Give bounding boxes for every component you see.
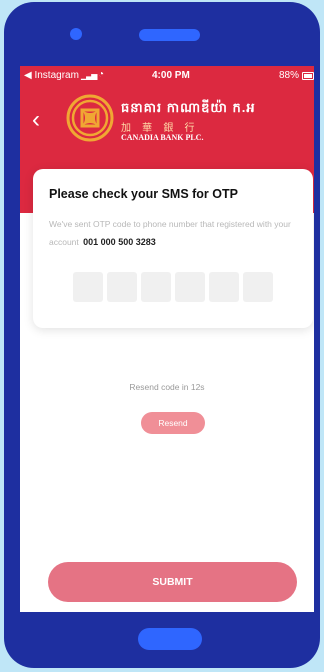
signal-icon: ▁▃▅ <box>81 71 98 80</box>
resend-countdown: Resend code in 12s <box>129 382 205 392</box>
otp-card-description: We've sent OTP code to phone number that… <box>49 215 311 251</box>
resend-button[interactable]: Resend <box>141 412 205 434</box>
otp-digit-2[interactable] <box>107 272 137 302</box>
otp-digit-6[interactable] <box>243 272 273 302</box>
speaker-grille <box>139 29 200 41</box>
submit-button[interactable]: SUBMIT <box>48 562 297 602</box>
battery-percent: 88% <box>279 70 300 81</box>
otp-digit-5[interactable] <box>209 272 239 302</box>
back-arrow-icon[interactable]: ‹ <box>32 108 40 132</box>
otp-card-title: Please check your SMS for OTP <box>49 187 238 201</box>
status-time: 4:00 PM <box>152 70 190 81</box>
bank-logo-icon <box>66 94 114 142</box>
wifi-icon: ◔ <box>98 69 105 80</box>
brand-name-khmer: ធនាគារ កាណាឌីយ៉ា ក.អ <box>121 100 256 115</box>
otp-card: Please check your SMS for OTP We've sent… <box>33 169 313 328</box>
otp-digit-1[interactable] <box>73 272 103 302</box>
home-button[interactable] <box>138 628 202 650</box>
account-number: 001 000 500 3283 <box>83 237 156 247</box>
brand-name-english: CANADIA BANK PLC. <box>121 133 204 142</box>
status-bar: ◀ Instagram ▁▃▅ ◔ 4:00 PM 88% <box>20 66 314 86</box>
app-screen: ◀ Instagram ▁▃▅ ◔ 4:00 PM 88% ‹ ធនាគារ ក… <box>20 66 314 612</box>
brand-name-chinese: 加 華 銀 行 <box>121 123 199 134</box>
otp-digit-3[interactable] <box>141 272 171 302</box>
back-to-app-link[interactable]: ◀ Instagram <box>24 70 79 81</box>
battery-icon <box>302 72 314 80</box>
otp-digit-4[interactable] <box>175 272 205 302</box>
phone-frame: ◀ Instagram ▁▃▅ ◔ 4:00 PM 88% ‹ ធនាគារ ក… <box>4 2 320 668</box>
camera-icon <box>70 28 82 40</box>
